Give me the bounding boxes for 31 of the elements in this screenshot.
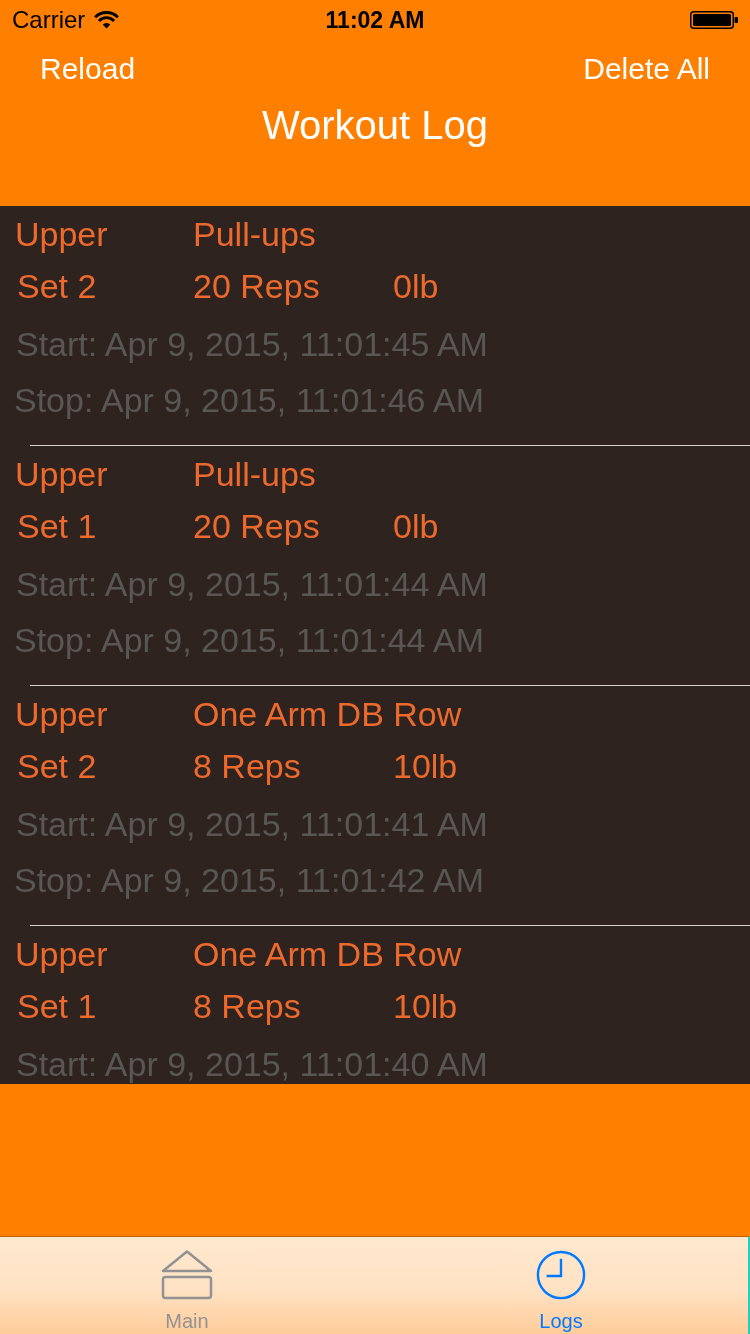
reps-count: 8 Reps — [193, 986, 301, 1026]
carrier-label: Carrier — [12, 6, 86, 34]
muscle-group: Upper — [15, 694, 108, 734]
status-time: 11:02 AM — [325, 6, 425, 34]
clock-icon — [535, 1250, 587, 1300]
muscle-group: Upper — [15, 454, 108, 494]
exercise-name: Pull-ups — [193, 214, 316, 254]
muscle-group: Upper — [15, 214, 108, 254]
reps-count: 20 Reps — [193, 506, 320, 546]
set-number: Set 1 — [17, 986, 97, 1026]
tab-item[interactable]: Main — [0, 1237, 374, 1334]
tray-icon — [161, 1250, 213, 1300]
reload-button[interactable]: Reload — [30, 50, 146, 88]
exercise-name: One Arm DB Row — [193, 934, 462, 974]
set-number: Set 2 — [17, 266, 97, 306]
reps-count: 8 Reps — [193, 746, 301, 786]
weight-value: 10lb — [393, 986, 458, 1026]
tab-item[interactable]: Logs — [374, 1237, 748, 1334]
delete-all-button[interactable]: Delete All — [573, 50, 720, 88]
weight-value: 0lb — [393, 506, 439, 546]
reps-count: 20 Reps — [193, 266, 320, 306]
weight-value: 10lb — [393, 746, 458, 786]
weight-value: 0lb — [393, 266, 439, 306]
set-number: Set 2 — [17, 746, 97, 786]
set-number: Set 1 — [17, 506, 97, 546]
muscle-group: Upper — [15, 934, 108, 974]
screen-title: Workout Log — [261, 102, 489, 148]
exercise-name: One Arm DB Row — [193, 694, 462, 734]
battery-icon — [690, 11, 738, 29]
exercise-name: Pull-ups — [193, 454, 316, 494]
wifi-icon — [94, 11, 120, 29]
